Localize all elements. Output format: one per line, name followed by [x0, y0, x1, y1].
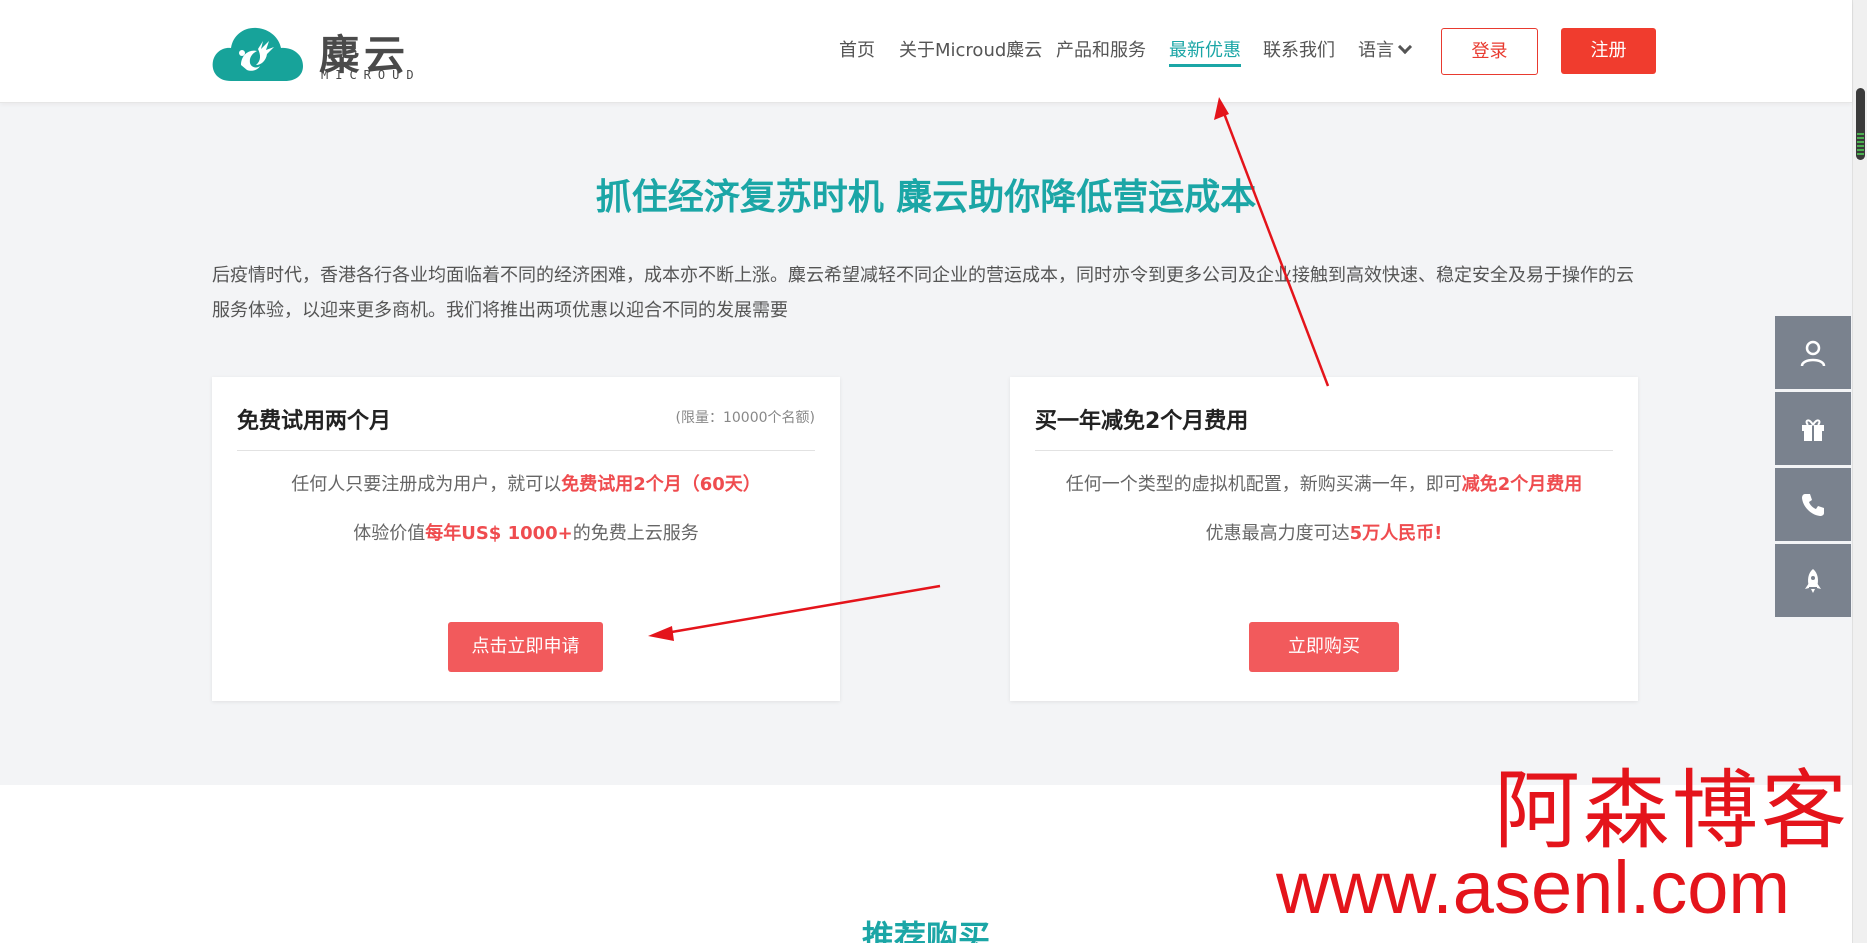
floating-side-bar: [1775, 316, 1851, 620]
card-text: 体验价值: [353, 523, 426, 544]
phone-icon: [1802, 493, 1824, 516]
promo-section: 抓住经济复苏时机 麋云助你降低营运成本 后疫情时代，香港各行各业均面临着不同的经…: [0, 103, 1852, 785]
scrollbar-grip: [1857, 133, 1864, 157]
gift-icon: [1802, 418, 1824, 441]
nav-language[interactable]: 语言: [1358, 36, 1413, 62]
buy-now-button[interactable]: 立即购买: [1249, 622, 1399, 672]
card-highlight: 减免2个月费用: [1461, 474, 1583, 495]
side-gift-button[interactable]: [1775, 392, 1851, 465]
nav-promotions[interactable]: 最新优惠: [1169, 36, 1241, 67]
card-text: 任何一个类型的虚拟机配置，新购买满一年，即可: [1065, 474, 1462, 495]
card-limit: (限量：10000个名额): [675, 410, 815, 426]
login-button[interactable]: 登录: [1441, 28, 1538, 75]
promo-title: 抓住经济复苏时机 麋云助你降低营运成本: [595, 177, 1257, 218]
watermark-url: www.asenl.com: [1276, 846, 1791, 929]
card-highlight: 免费试用2个月（60天）: [561, 474, 761, 495]
apply-now-button[interactable]: 点击立即申请: [448, 622, 603, 672]
nav-contact[interactable]: 联系我们: [1263, 36, 1335, 62]
site-header: 麋云 MICROUD 首页 关于Microud麋云 产品和服务 最新优惠 联系我…: [0, 0, 1852, 103]
page-scrollbar[interactable]: [1852, 0, 1867, 943]
nav-products[interactable]: 产品和服务: [1056, 36, 1146, 62]
offer-card-free-trial: 免费试用两个月 (限量：10000个名额) 任何人只要注册成为用户，就可以免费试…: [212, 377, 840, 701]
user-icon: [1800, 340, 1826, 366]
nav-about[interactable]: 关于Microud麋云: [899, 36, 1042, 62]
card-text: 任何人只要注册成为用户，就可以: [291, 474, 562, 495]
side-top-button[interactable]: [1775, 544, 1851, 617]
rocket-icon: [1805, 568, 1821, 593]
offer-card-annual-discount: 买一年减免2个月费用 任何一个类型的虚拟机配置，新购买满一年，即可减免2个月费用…: [1010, 377, 1638, 701]
card-highlight: 5万人民币!: [1349, 523, 1443, 544]
card-text: 的免费上云服务: [572, 523, 699, 544]
card-text: 优惠最高力度可达: [1205, 523, 1350, 544]
card-title: 免费试用两个月: [237, 409, 392, 434]
card-header: 免费试用两个月 (限量：10000个名额): [237, 377, 815, 451]
card-highlight: 每年US$ 1000+: [425, 523, 573, 544]
card-line-1: 任何一个类型的虚拟机配置，新购买满一年，即可减免2个月费用: [1010, 470, 1638, 496]
nav-home[interactable]: 首页: [839, 36, 875, 62]
card-title: 买一年减免2个月费用: [1035, 409, 1249, 434]
nav-language-label: 语言: [1358, 40, 1394, 61]
register-button[interactable]: 注册: [1561, 28, 1656, 74]
promo-description: 后疫情时代，香港各行各业均面临着不同的经济困难，成本亦不断上涨。麋云希望减轻不同…: [212, 265, 1634, 321]
card-header: 买一年减免2个月费用: [1035, 377, 1613, 451]
side-phone-button[interactable]: [1775, 468, 1851, 541]
card-line-2: 优惠最高力度可达5万人民币!: [1010, 519, 1638, 545]
side-user-button[interactable]: [1775, 316, 1851, 389]
card-line-1: 任何人只要注册成为用户，就可以免费试用2个月（60天）: [212, 470, 840, 496]
card-line-2: 体验价值每年US$ 1000+的免费上云服务: [212, 519, 840, 545]
chevron-down-icon: [1397, 39, 1413, 55]
